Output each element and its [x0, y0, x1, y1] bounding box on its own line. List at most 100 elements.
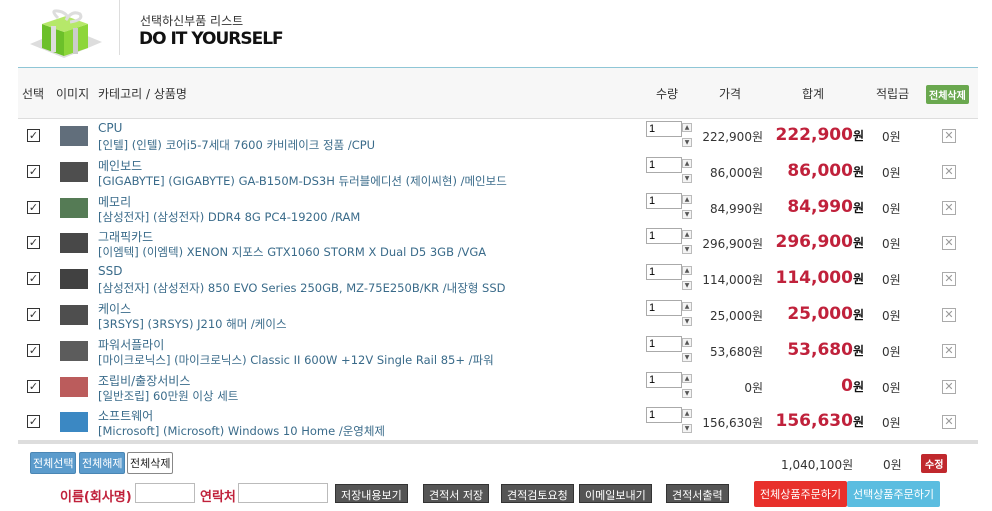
qty-down-icon[interactable]: ▼	[682, 352, 692, 362]
won-unit: 원	[852, 164, 864, 179]
row-checkbox[interactable]: ✓	[27, 308, 40, 321]
table-row: ✓ 소프트웨어 [Microsoft] (Microsoft) Windows …	[18, 404, 978, 440]
name-label: 이름(회사명)	[60, 490, 132, 505]
product-name[interactable]: [삼성전자] (삼성전자) 850 EVO Series 250GB, MZ-7…	[98, 280, 506, 296]
header-subtitle: 선택하신부품 리스트	[140, 14, 244, 28]
product-category: 메모리	[98, 194, 132, 209]
row-checkbox[interactable]: ✓	[27, 343, 40, 357]
row-checkbox[interactable]: ✓	[27, 129, 40, 142]
product-image[interactable]	[60, 161, 88, 182]
name-input[interactable]	[135, 483, 195, 503]
line-total: 296,900원	[776, 232, 864, 252]
delete-row-icon[interactable]: ✕	[942, 379, 956, 394]
product-name[interactable]: [일반조립] 60만원 이상 세트	[98, 388, 238, 404]
quantity-input[interactable]	[646, 156, 682, 173]
won-unit: 원	[852, 379, 864, 394]
qty-down-icon[interactable]: ▼	[682, 281, 692, 291]
unit-price: 86,000원	[709, 165, 763, 180]
line-total-value: 86,000	[787, 160, 853, 181]
product-name[interactable]: [삼성전자] (삼성전자) DDR4 8G PC4-19200 /RAM	[98, 209, 360, 225]
modify-button[interactable]: 수정	[921, 454, 948, 473]
qty-down-icon[interactable]: ▼	[682, 209, 692, 219]
product-image[interactable]	[60, 412, 88, 433]
points: 0원	[882, 165, 901, 180]
delete-row-icon[interactable]: ✕	[942, 415, 956, 430]
save-quote-button[interactable]: 견적서 저장	[423, 484, 490, 503]
qty-down-icon[interactable]: ▼	[682, 388, 692, 398]
row-checkbox[interactable]: ✓	[27, 379, 40, 393]
quantity-input[interactable]	[646, 264, 682, 281]
delete-row-icon[interactable]: ✕	[942, 343, 956, 358]
unit-price: 222,900원	[702, 130, 763, 144]
qty-up-icon[interactable]: ▲	[682, 302, 692, 311]
product-image[interactable]	[60, 233, 88, 254]
delete-row-icon[interactable]: ✕	[942, 164, 956, 179]
row-checkbox[interactable]: ✓	[27, 200, 40, 214]
quantity-input[interactable]	[646, 300, 682, 316]
delete-row-icon[interactable]: ✕	[942, 129, 956, 143]
qty-down-icon[interactable]: ▼	[682, 173, 692, 183]
order-selected-button[interactable]: 선택상품주문하기	[847, 481, 940, 507]
row-checkbox[interactable]: ✓	[27, 415, 40, 429]
send-email-button[interactable]: 이메일보내기	[579, 484, 652, 503]
product-name[interactable]: [인텔] (인텔) 코어i5-7세대 7600 카비레이크 정품 /CPU	[98, 137, 375, 153]
row-checkbox[interactable]: ✓	[27, 236, 40, 250]
qty-up-icon[interactable]: ▲	[682, 266, 692, 276]
view-saved-button[interactable]: 저장내용보기	[335, 484, 408, 503]
product-image[interactable]	[60, 340, 88, 361]
delete-all-footer-button[interactable]: 전체삭제	[127, 452, 174, 474]
qty-up-icon[interactable]: ▲	[682, 230, 692, 240]
deselect-all-button[interactable]: 전체해제	[79, 452, 126, 474]
qty-down-icon[interactable]: ▼	[682, 424, 692, 434]
line-total: 53,680원	[787, 340, 864, 360]
quantity-input[interactable]	[646, 407, 682, 424]
qty-down-icon[interactable]: ▼	[682, 138, 692, 147]
qty-down-icon[interactable]: ▼	[682, 245, 692, 255]
unit-price: 114,000원	[702, 273, 763, 288]
select-all-button[interactable]: 전체선택	[30, 452, 77, 474]
delete-row-icon[interactable]: ✕	[942, 236, 956, 251]
product-image[interactable]	[60, 197, 88, 218]
won-unit: 원	[852, 343, 864, 358]
line-total-value: 296,900	[775, 232, 853, 253]
product-name[interactable]: [이엠텍] (이엠텍) XENON 지포스 GTX1060 STORM X Du…	[98, 244, 486, 260]
header-title: DO IT YOURSELF	[139, 29, 284, 49]
qty-up-icon[interactable]: ▲	[682, 409, 692, 419]
qty-up-icon[interactable]: ▲	[682, 337, 692, 347]
quantity-input[interactable]	[646, 335, 682, 352]
product-name[interactable]: [GIGABYTE] (GIGABYTE) GA-B150M-DS3H 듀러블에…	[98, 173, 507, 189]
quantity-input[interactable]	[646, 121, 682, 137]
col-name: 카테고리 / 상품명	[98, 87, 187, 101]
product-image[interactable]	[60, 376, 88, 397]
delete-row-icon[interactable]: ✕	[942, 200, 956, 215]
product-name[interactable]: [3RSYS] (3RSYS) J210 해머 /케이스	[98, 316, 287, 332]
order-all-button[interactable]: 전체상품주문하기	[754, 481, 847, 507]
unit-price: 0원	[744, 380, 763, 395]
qty-down-icon[interactable]: ▼	[682, 317, 692, 326]
product-category: CPU	[98, 121, 123, 135]
qty-up-icon[interactable]: ▲	[682, 123, 692, 132]
table-row: ✓ 메인보드 [GIGABYTE] (GIGABYTE) GA-B150M-DS…	[18, 154, 978, 190]
header-divider	[119, 0, 120, 55]
delete-row-icon[interactable]: ✕	[942, 308, 956, 322]
product-name[interactable]: [마이크로닉스] (마이크로닉스) Classic II 600W +12V S…	[98, 352, 494, 368]
line-total-value: 25,000	[787, 304, 853, 324]
qty-up-icon[interactable]: ▲	[682, 373, 692, 383]
product-image[interactable]	[60, 269, 88, 290]
product-name[interactable]: [Microsoft] (Microsoft) Windows 10 Home …	[98, 423, 385, 439]
contact-input[interactable]	[238, 483, 328, 503]
qty-up-icon[interactable]: ▲	[682, 158, 692, 168]
delete-row-icon[interactable]: ✕	[942, 272, 956, 287]
quantity-input[interactable]	[646, 228, 682, 245]
request-review-button[interactable]: 견적검토요청	[501, 484, 574, 503]
delete-all-button[interactable]: 전체삭제	[926, 85, 969, 104]
row-checkbox[interactable]: ✓	[27, 272, 40, 286]
row-checkbox[interactable]: ✓	[27, 164, 40, 178]
quantity-input[interactable]	[646, 371, 682, 388]
qty-up-icon[interactable]: ▲	[682, 194, 692, 204]
line-total-value: 84,990	[787, 196, 853, 217]
product-image[interactable]	[60, 126, 88, 146]
quantity-input[interactable]	[646, 192, 682, 209]
print-quote-button[interactable]: 견적서출력	[666, 484, 729, 503]
product-image[interactable]	[60, 305, 88, 325]
